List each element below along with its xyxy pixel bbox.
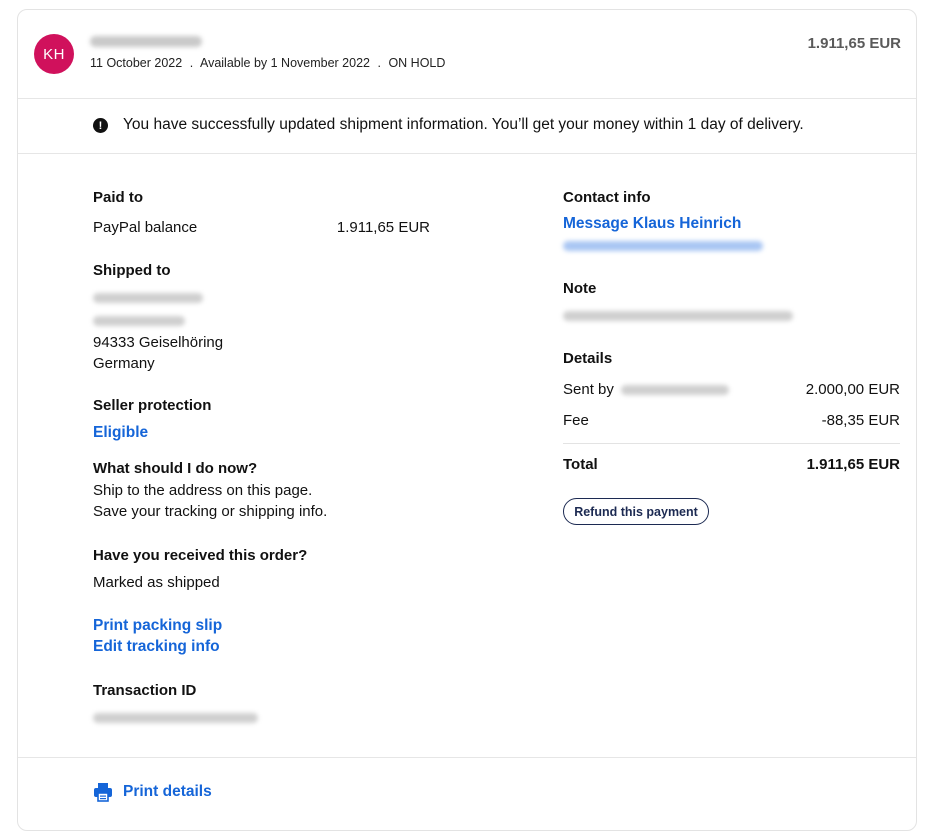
printer-icon[interactable] [93,782,113,802]
header-amount: 1.911,65 EUR [807,35,901,52]
transaction-card: KH 11 October 2022 . Available by 1 Nove… [17,9,917,831]
message-contact-link[interactable]: Message Klaus Heinrich [563,215,741,233]
seller-protection-label: Seller protection [93,397,212,414]
paid-to-amount: 1.911,65 EUR [336,219,430,236]
sent-amount: 2.000,00 EUR [805,381,900,398]
redacted-note [563,311,793,321]
shipping-country: Germany [93,355,155,372]
notice-banner: ! You have successfully updated shipment… [18,99,916,154]
shipping-city: 94333 Geiselhöring [93,334,224,351]
meta-separator: . [189,56,194,70]
transaction-meta: 11 October 2022 . Available by 1 Novembe… [90,56,445,70]
total-label: Total [563,456,598,473]
redacted-sender-name [90,36,202,47]
details-label: Details [563,350,613,367]
alert-circle-icon: ! [93,118,108,133]
redacted-sender [621,385,729,395]
notice-text: You have successfully updated shipment i… [123,116,804,133]
fee-label: Fee [563,412,589,429]
shipped-to-label: Shipped to [93,262,171,279]
total-amount: 1.911,65 EUR [806,456,900,473]
avatar: KH [34,34,74,74]
edit-tracking-link[interactable]: Edit tracking info [93,638,220,656]
sent-by-label: Sent by [563,381,614,398]
status-badge: ON HOLD [388,56,446,70]
note-label: Note [563,280,597,297]
redacted-recipient-name [93,293,203,303]
transaction-date: 11 October 2022 [90,56,183,70]
meta-separator: . [377,56,381,70]
contact-info-label: Contact info [563,189,651,206]
paid-to-label: Paid to [93,189,144,206]
footer-divider [18,757,916,758]
what-now-line1: Ship to the address on this page. [93,482,313,499]
transaction-id-label: Transaction ID [93,682,197,699]
redacted-street [93,316,185,326]
available-date: Available by 1 November 2022 [199,56,370,70]
transaction-header: KH 11 October 2022 . Available by 1 Nove… [18,10,916,99]
received-label: Have you received this order? [93,547,308,564]
details-divider [563,443,900,444]
what-now-line2: Save your tracking or shipping info. [93,503,328,520]
print-details-link[interactable]: Print details [123,783,212,801]
print-packing-slip-link[interactable]: Print packing slip [93,617,222,635]
redacted-email [563,241,763,251]
received-value: Marked as shipped [93,574,220,591]
paid-to-method: PayPal balance [93,219,198,236]
refund-payment-button[interactable]: Refund this payment [563,498,709,525]
what-now-label: What should I do now? [93,460,258,477]
fee-amount: -88,35 EUR [821,412,900,429]
redacted-transaction-id [93,713,258,723]
seller-protection-link[interactable]: Eligible [93,424,148,442]
